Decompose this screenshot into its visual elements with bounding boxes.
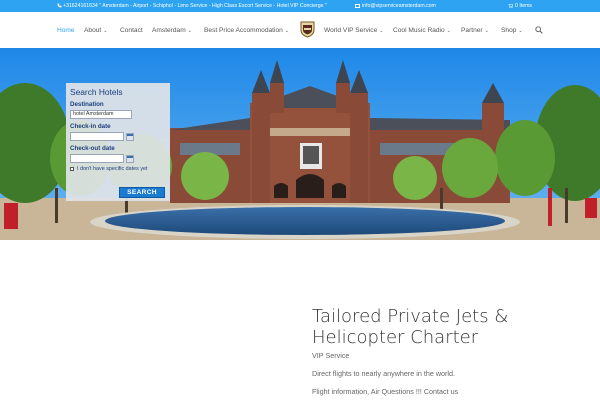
chevron-down-icon: ⌄ [284,28,289,34]
nav-item-label: Cool Music Radio [393,27,445,34]
email-link[interactable]: info@vipserviceamsterdam.com [355,0,436,12]
page-subtitle: VIP Service [312,351,350,360]
nav-item-label: Shop [501,27,517,34]
page-heading: Tailored Private Jets & Helicopter Chart… [312,306,509,348]
nav-item-label: Home [57,27,75,34]
chevron-down-icon: ⌄ [484,28,489,34]
chevron-down-icon: ⌄ [379,28,384,34]
nav-item-label: World VIP Service [324,27,378,34]
nav-item-label: Best Price Accommodation [204,27,283,34]
nav-item-label: Partner [461,27,483,34]
no-dates-label: I don't have specific dates yet [77,166,148,172]
nav-item-home[interactable]: Home [57,27,75,34]
search-icon[interactable] [535,26,543,34]
intro-paragraph: Direct flights to nearly anywhere in the… [312,369,456,378]
checkin-label: Check-in date [70,123,111,130]
cart-text: 0 Items [515,3,533,9]
chevron-down-icon: ⌄ [446,28,451,34]
calendar-icon[interactable] [126,154,134,163]
nav-item-best-price-accommodation[interactable]: Best Price Accommodation ⌄ [204,27,289,34]
nav-item-partner[interactable]: Partner ⌄ [461,27,489,34]
chevron-down-icon: ⌄ [518,28,523,34]
no-dates-option[interactable]: I don't have specific dates yet [70,166,166,172]
phone-info[interactable]: +31624161634 " Amsterdam - Airport - Sch… [57,0,327,12]
nav-item-label: Amsterdam [152,27,186,34]
destination-label: Destination [70,101,104,108]
vip-badge-icon[interactable] [300,21,315,38]
nav-item-label: About [84,27,102,34]
nav-item-amsterdam[interactable]: Amsterdam ⌄ [152,27,192,34]
search-panel-title: Search Hotels [70,87,123,97]
checkbox[interactable] [70,166,74,171]
cart-link[interactable]: 0 Items [508,0,532,12]
chevron-down-icon: ⌄ [187,28,192,34]
email-text: info@vipserviceamsterdam.com [362,3,436,9]
contact-paragraph: Flight information, Air Questions !!! Co… [312,387,459,396]
nav-item-shop[interactable]: Shop ⌄ [501,27,523,34]
phone-text: +31624161634 " Amsterdam - Airport - Sch… [63,3,327,9]
destination-input[interactable]: hotel Amsterdam [70,110,132,119]
search-button[interactable]: SEARCH [119,187,165,198]
chevron-down-icon: ⌄ [103,28,108,34]
checkout-label: Check-out date [70,145,115,152]
calendar-icon[interactable] [126,132,134,141]
nav-item-cool-music-radio[interactable]: Cool Music Radio ⌄ [393,27,451,34]
nav-item-world-vip-service[interactable]: World VIP Service ⌄ [324,27,383,34]
top-bar: +31624161634 " Amsterdam - Airport - Sch… [0,0,600,12]
checkout-date-input[interactable] [70,154,124,163]
header: Home About ⌄ Contact Amsterdam ⌄ Best Pric… [0,12,600,48]
phone-icon [57,3,62,8]
envelope-icon [355,3,360,8]
checkin-date-input[interactable] [70,132,124,141]
nav-item-about[interactable]: About ⌄ [84,27,107,34]
nav-item-label: Contact [120,27,143,34]
nav-item-contact[interactable]: Contact [120,27,143,34]
hotel-search-panel: Search Hotels Destination hotel Amsterda… [66,83,170,201]
cart-icon [508,3,513,8]
